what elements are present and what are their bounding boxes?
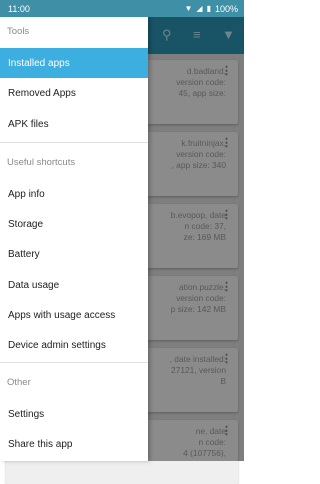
drawer-item-battery[interactable]: Battery: [0, 239, 148, 269]
drawer-item-apps-with-usage-access[interactable]: Apps with usage access: [0, 300, 148, 330]
drawer-item-data-usage[interactable]: Data usage: [0, 270, 148, 300]
drawer-divider: [0, 142, 148, 143]
drawer-item-device-admin-settings[interactable]: Device admin settings: [0, 330, 148, 360]
drawer-item-share-this-app[interactable]: Share this app: [0, 429, 148, 459]
status-bar: 11:00 ▼ ◢ ▮ 100%: [0, 0, 244, 17]
drawer-item-app-info[interactable]: App info: [0, 179, 148, 209]
drawer-item-removed-apps[interactable]: Removed Apps: [0, 78, 148, 108]
drawer-item-storage[interactable]: Storage: [0, 209, 148, 239]
drawer-section-header: Other: [7, 377, 31, 388]
wifi-icon: ▼: [184, 4, 194, 13]
drawer-section-header: Useful shortcuts: [7, 157, 76, 168]
status-time: 11:00: [8, 3, 30, 14]
drawer-item-settings[interactable]: Settings: [0, 399, 148, 429]
navigation-drawer: Tools Installed apps Removed Apps APK files…: [0, 17, 148, 461]
drawer-section-header: Tools: [7, 26, 30, 37]
battery-level: 100%: [214, 3, 238, 14]
status-indicators: ▼ ◢ ▮ 100%: [184, 4, 238, 14]
battery-icon: ▮: [206, 4, 212, 13]
drawer-divider: [0, 362, 148, 363]
signal-icon: ◢: [196, 4, 204, 13]
drawer-item-apk-files[interactable]: APK files: [0, 109, 148, 139]
drawer-item-installed-apps[interactable]: Installed apps: [0, 48, 148, 78]
